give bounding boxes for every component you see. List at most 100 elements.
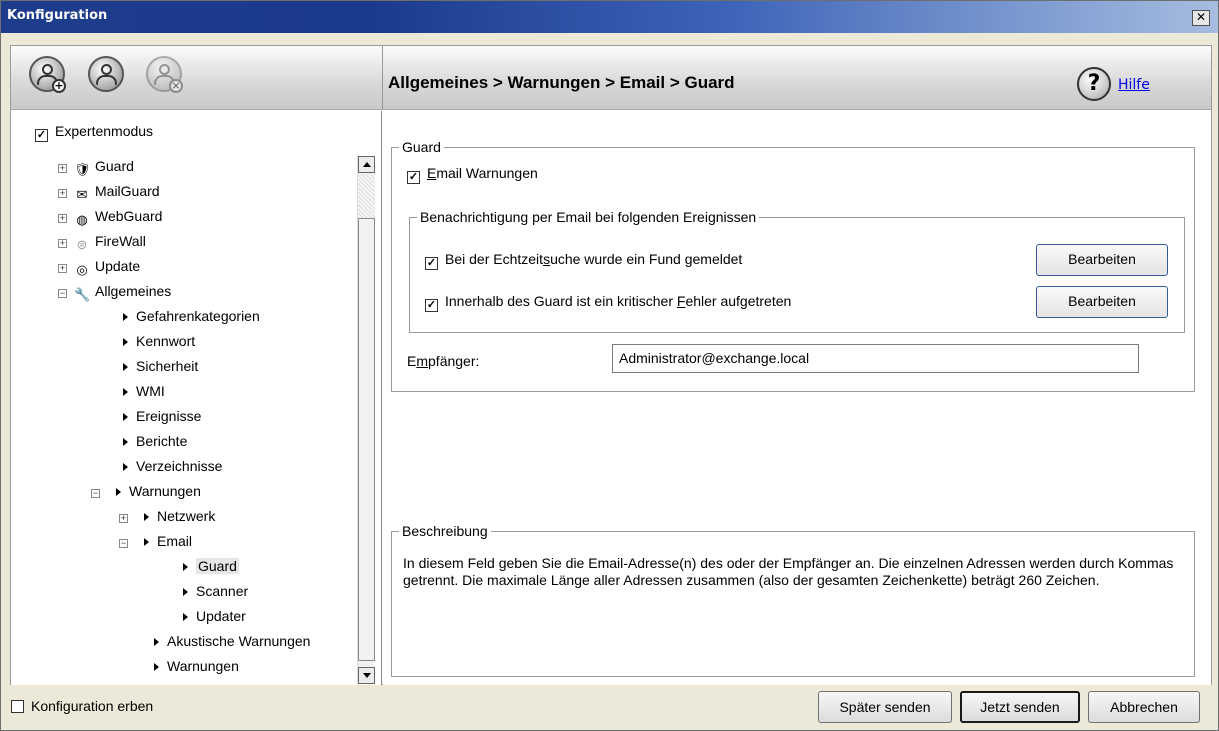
user-icon[interactable] (88, 56, 124, 92)
expert-mode-checkbox[interactable]: ✓ Expertenmodus (35, 121, 154, 142)
expand-icon[interactable]: + (58, 214, 67, 223)
tree-item-wmi[interactable]: WMI (123, 381, 165, 401)
globe-icon: ◍ (76, 212, 88, 227)
tree-item-guard[interactable]: + 🛡 Guard (58, 156, 134, 177)
tree-item-kennwort[interactable]: Kennwort (123, 331, 195, 351)
tree-item-scanner[interactable]: Scanner (183, 581, 248, 601)
tree-item-berichte[interactable]: Berichte (123, 431, 187, 451)
window-title: Konfiguration (7, 8, 108, 23)
tree-item-label: MailGuard (95, 183, 160, 199)
tree-item-label: WebGuard (95, 208, 163, 224)
cancel-button[interactable]: Abbrechen (1088, 691, 1200, 723)
tree-item-allgemeines[interactable]: − 🔧 Allgemeines (58, 281, 172, 302)
tree-item-label: Update (95, 258, 141, 274)
tree-item-label: WMI (136, 383, 165, 399)
arrow-right-icon (144, 538, 149, 546)
toolbar: + × Allgemeines > Warnungen > Email > Gu… (11, 46, 1211, 110)
arrow-right-icon (183, 563, 188, 571)
edit-realtime-button[interactable]: Bearbeiten (1036, 244, 1168, 276)
toolbar-divider (382, 46, 383, 110)
email-warnings-label: Email Warnungen (427, 165, 538, 181)
tree-item-label: Verzeichnisse (136, 458, 223, 474)
send-now-button[interactable]: Jetzt senden (960, 691, 1080, 723)
inherit-config-checkbox[interactable]: Konfiguration erben (11, 698, 153, 714)
description-text: In diesem Feld geben Sie die Email-Adres… (403, 555, 1174, 588)
tree-item-netzwerk[interactable]: + Netzwerk (119, 506, 215, 526)
footer-bar: Konfiguration erben Später senden Jetzt … (1, 686, 1218, 730)
tree-item-firewall[interactable]: + ⊜ FireWall (58, 231, 146, 252)
checkbox-icon[interactable] (11, 700, 24, 713)
expand-icon[interactable]: + (58, 189, 67, 198)
checkbox-icon[interactable]: ✓ (407, 171, 420, 184)
tree-item-label: Netzwerk (157, 508, 216, 524)
scroll-thumb[interactable] (358, 218, 375, 661)
expand-icon[interactable]: + (58, 164, 67, 173)
remove-user-icon[interactable]: × (146, 56, 183, 93)
tree-item-akustische-warnungen[interactable]: Akustische Warnungen (154, 631, 310, 651)
close-button[interactable]: ✕ (1192, 10, 1210, 26)
update-icon: ◎ (76, 262, 88, 277)
scroll-up-button[interactable] (358, 156, 375, 173)
collapse-icon[interactable]: − (91, 489, 100, 498)
recipient-email-input[interactable]: Administrator@exchange.local (612, 344, 1139, 373)
tree-item-warnungen[interactable]: − Warnungen (91, 481, 201, 501)
tree-item-label: Email (157, 533, 193, 549)
arrow-right-icon (123, 463, 128, 471)
tree-item-verzeichnisse[interactable]: Verzeichnisse (123, 456, 222, 476)
guard-group-legend: Guard (399, 139, 444, 155)
tree-scrollbar[interactable] (357, 156, 375, 684)
checkbox-icon[interactable]: ✓ (425, 257, 438, 270)
tree-item-updater[interactable]: Updater (183, 606, 246, 626)
help-icon[interactable]: ? (1077, 67, 1111, 101)
collapse-icon[interactable]: − (58, 289, 67, 298)
recipient-label: Empfänger: (407, 353, 480, 369)
collapse-icon[interactable]: − (119, 539, 128, 548)
arrow-right-icon (123, 363, 128, 371)
shield-icon: 🛡 (74, 162, 91, 177)
tree-item-sicherheit[interactable]: Sicherheit (123, 356, 198, 376)
title-bar: Konfiguration ✕ (1, 1, 1218, 33)
tree-item-ereignisse[interactable]: Ereignisse (123, 406, 201, 426)
expert-mode-label: Expertenmodus (55, 123, 154, 139)
configuration-window: Konfiguration ✕ + × Allgemeines > Warnun… (0, 0, 1219, 731)
arrow-right-icon (183, 588, 188, 596)
event-critical-error-checkbox[interactable]: ✓ Innerhalb des Guard ist ein kritischer … (425, 293, 791, 312)
tree-item-label: FireWall (95, 233, 146, 249)
tree-item-label: Updater (196, 608, 246, 624)
tree-item-label: Kennwort (136, 333, 196, 349)
expand-icon[interactable]: + (58, 264, 67, 273)
tree-item-update[interactable]: + ◎ Update (58, 256, 141, 277)
checkbox-icon[interactable]: ✓ (425, 299, 438, 312)
description-group: Beschreibung (391, 523, 1195, 677)
arrow-right-icon (123, 313, 128, 321)
navigation-tree-panel: ✓ Expertenmodus + 🛡 Guard + ✉ MailGuard + ◍ Web… (11, 111, 382, 685)
tree-item-gefahrenkategorien[interactable]: Gefahrenkategorien (123, 306, 260, 326)
expand-icon[interactable]: + (119, 514, 128, 523)
arrow-right-icon (154, 663, 159, 671)
edit-critical-error-button[interactable]: Bearbeiten (1036, 286, 1168, 318)
event-realtime-checkbox[interactable]: ✓ Bei der Echtzeitsuche wurde ein Fund ge… (425, 251, 742, 270)
settings-panel: Guard ✓ Email Warnungen Benachrichtigung … (383, 111, 1211, 685)
help-link[interactable]: Hilfe (1118, 77, 1150, 93)
checkbox-icon[interactable]: ✓ (35, 129, 48, 142)
scroll-track[interactable] (358, 174, 375, 218)
tree-item-mailguard[interactable]: + ✉ MailGuard (58, 181, 160, 202)
tree-item-email[interactable]: − Email (119, 531, 192, 551)
expand-icon[interactable]: + (58, 239, 67, 248)
tree-item-webguard[interactable]: + ◍ WebGuard (58, 206, 163, 227)
tree-item-guard-selected[interactable]: Guard (183, 556, 239, 576)
tree-item-label: Ereignisse (136, 408, 202, 424)
wrench-icon: 🔧 (74, 287, 91, 302)
mail-icon: ✉ (76, 187, 88, 202)
scroll-down-button[interactable] (358, 667, 375, 684)
add-user-icon[interactable]: + (29, 56, 66, 93)
send-later-button[interactable]: Später senden (818, 691, 952, 723)
notification-group-legend: Benachrichtigung per Email bei folgenden… (417, 209, 760, 225)
tree-item-warnungen-2[interactable]: Warnungen (154, 656, 239, 676)
tree-item-label: Allgemeines (95, 283, 172, 299)
tree-item-label: Guard (196, 558, 239, 574)
arrow-right-icon (123, 413, 128, 421)
arrow-right-icon (116, 488, 121, 496)
email-warnings-checkbox[interactable]: ✓ Email Warnungen (407, 165, 538, 184)
tree-item-label: Berichte (136, 433, 188, 449)
